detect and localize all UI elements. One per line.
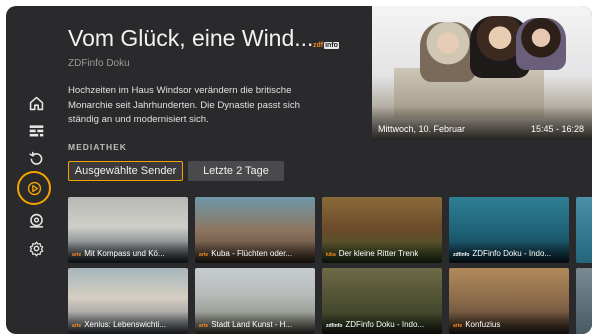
video-tile[interactable]: arte Kuba - Flüchten oder...: [195, 197, 315, 263]
video-tile[interactable]: arte Xenius: Lebenswichti...: [68, 268, 188, 334]
tile-title: Der kleine Ritter Trenk: [338, 249, 419, 258]
guide-icon: [29, 124, 43, 136]
channel-logo: kika: [326, 252, 336, 258]
home-icon: [29, 96, 43, 110]
guide-button[interactable]: [20, 118, 52, 142]
video-tile[interactable]: zdfinfo ZDFinfo Doku - Indo...: [322, 268, 442, 334]
tile-title: ZDFinfo Doku - Indo...: [345, 320, 425, 329]
channel-logo: zdfinfo: [326, 323, 343, 329]
channel-logo: arte: [72, 323, 82, 329]
video-tile[interactable]: zdfinfo ZDFinfo Doku - Indo...: [449, 197, 569, 263]
video-tile[interactable]: [576, 197, 592, 263]
hero-image: Mittwoch, 10. Februar 15:45 - 16:28: [372, 6, 592, 140]
tile-title: Xenius: Lebenswichti...: [84, 320, 167, 329]
tile-title: ZDFinfo Doku - Indo...: [472, 249, 552, 258]
channel-logo: zdfinfo: [453, 252, 470, 258]
replay-icon: [28, 151, 42, 165]
home-button[interactable]: [20, 91, 52, 115]
section-title: MEDIATHEK: [68, 142, 127, 152]
program-subtitle: ZDFinfo Doku: [68, 58, 130, 69]
settings-icon: [29, 241, 43, 256]
video-tile[interactable]: kika Der kleine Ritter Trenk: [322, 197, 442, 263]
tile-title: Mit Kompass und Kö...: [84, 249, 165, 258]
replay-button[interactable]: [20, 146, 52, 170]
program-description: Hochzeiten im Haus Windsor verändern die…: [68, 85, 300, 126]
broadcast-date: Mittwoch, 10. Februar: [378, 124, 466, 134]
search-button[interactable]: [20, 208, 52, 232]
video-tile[interactable]: [576, 268, 592, 334]
channel-logo: arte: [199, 323, 209, 329]
settings-button[interactable]: [20, 236, 52, 260]
channel-logo: zdfinfo: [313, 41, 339, 50]
video-tile[interactable]: arte Konfuzius: [449, 268, 569, 334]
channel-logo: arte: [453, 323, 463, 329]
tv-screen: Vom Glück, eine Wind... zdf info ZDFinfo …: [6, 6, 592, 334]
mediathek-play-icon: [27, 181, 41, 195]
tile-title: Konfuzius: [465, 320, 501, 329]
filter-last-2-days[interactable]: Letzte 2 Tage: [188, 161, 284, 181]
filter-selected-channels[interactable]: Ausgewählte Sender: [68, 161, 183, 181]
broadcast-time: 15:45 - 16:28: [530, 124, 584, 134]
person-illustration: [516, 18, 566, 70]
tile-title: Stadt Land Kunst - H...: [211, 320, 293, 329]
channel-logo-prefix: zdf: [313, 42, 324, 49]
channel-logo: arte: [72, 252, 82, 258]
program-title: Vom Glück, eine Wind...: [68, 25, 314, 51]
channel-logo-suffix: info: [324, 42, 339, 49]
mediathek-button[interactable]: [17, 171, 51, 205]
channel-logo: arte: [199, 252, 209, 258]
search-icon: [29, 213, 43, 228]
tile-title: Kuba - Flüchten oder...: [211, 249, 293, 258]
person-illustration: [420, 22, 476, 82]
video-tile[interactable]: arte Mit Kompass und Kö...: [68, 197, 188, 263]
sidebar: [6, 6, 62, 334]
video-tile[interactable]: arte Stadt Land Kunst - H...: [195, 268, 315, 334]
